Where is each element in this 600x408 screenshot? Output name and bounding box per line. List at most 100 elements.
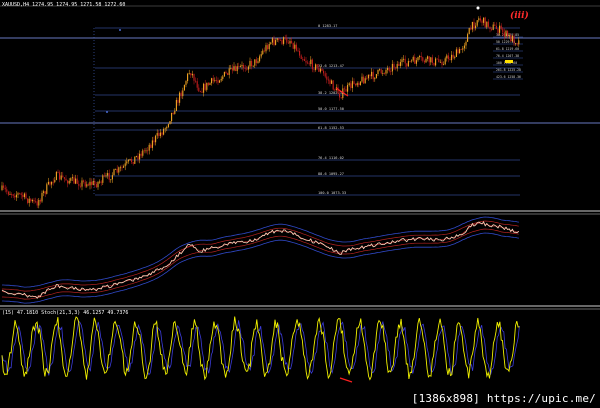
candle-body bbox=[419, 55, 421, 58]
candle-body bbox=[140, 153, 142, 156]
candle-body bbox=[44, 191, 46, 194]
candle-body bbox=[462, 48, 464, 50]
candle-body bbox=[92, 181, 94, 185]
candle-body bbox=[270, 42, 272, 44]
candle-body bbox=[49, 181, 51, 185]
candle-body bbox=[438, 59, 440, 62]
candle-body bbox=[300, 55, 302, 59]
candle-body bbox=[265, 45, 267, 52]
candle-body bbox=[75, 178, 77, 184]
candle-body bbox=[323, 70, 325, 74]
candle-body bbox=[495, 25, 497, 30]
moving-average bbox=[1, 222, 519, 297]
watermark: [1386x898] https://upic.me/ bbox=[411, 392, 596, 405]
candle-body bbox=[414, 56, 416, 64]
candle-body bbox=[195, 80, 197, 82]
candle-body bbox=[395, 67, 397, 69]
candle-body bbox=[307, 62, 309, 64]
candle-body bbox=[166, 127, 168, 129]
candle-body bbox=[263, 50, 265, 52]
candle-body bbox=[316, 64, 318, 68]
candle-body bbox=[4, 187, 6, 190]
candle-body bbox=[177, 99, 179, 103]
candle-body bbox=[220, 78, 222, 81]
fib-anchor-dot bbox=[106, 111, 108, 113]
candle-body bbox=[275, 40, 277, 45]
candle-body bbox=[345, 89, 347, 92]
candle-body bbox=[254, 59, 256, 66]
candle-body bbox=[59, 172, 61, 180]
candle-body bbox=[111, 175, 113, 180]
candle-body bbox=[163, 128, 165, 135]
candle-body bbox=[292, 42, 294, 49]
candle-body bbox=[393, 63, 395, 68]
candle-body bbox=[239, 66, 241, 68]
candle-body bbox=[41, 192, 43, 202]
candle-body bbox=[507, 30, 509, 37]
candle-body bbox=[6, 189, 8, 192]
candle-body bbox=[174, 110, 176, 114]
fib-level-label: 61.8 1152.53 bbox=[318, 126, 344, 130]
candle-body bbox=[332, 80, 334, 90]
candle-body bbox=[369, 74, 371, 77]
candle-body bbox=[407, 61, 409, 67]
candle-body bbox=[70, 178, 72, 181]
candle-body bbox=[84, 181, 86, 187]
candle-body bbox=[167, 124, 169, 128]
candle-body bbox=[196, 81, 198, 88]
candle-body bbox=[422, 57, 424, 61]
candle-body bbox=[243, 64, 245, 69]
candle-body bbox=[201, 91, 203, 93]
candle-body bbox=[137, 156, 139, 160]
candle-body bbox=[487, 21, 489, 27]
chart-window[interactable]: 0 1283.17 23.6 1213.47 38.2 1202.38 50.0 11… bbox=[0, 0, 600, 408]
candle-body bbox=[502, 28, 504, 33]
candle-body bbox=[43, 191, 45, 193]
candle-body bbox=[246, 68, 248, 70]
marker-dot bbox=[476, 6, 480, 10]
candle-body bbox=[385, 69, 387, 74]
candle-body bbox=[227, 73, 229, 75]
price-chart[interactable]: 0 1283.1723.6 1213.4738.2 1202.3850.0 11… bbox=[0, 0, 600, 408]
candle-body bbox=[379, 69, 381, 71]
candle-body bbox=[179, 92, 181, 103]
fib-level-label: 261.8 1225.28 bbox=[496, 68, 521, 72]
candle-body bbox=[511, 36, 513, 42]
candle-body bbox=[340, 97, 342, 99]
candle-body bbox=[289, 41, 291, 44]
candle-body bbox=[209, 83, 211, 85]
candle-body bbox=[183, 84, 185, 91]
candle-body bbox=[259, 56, 261, 62]
oscillator-header: (15) 47.1810 Stoch(21,3,3) 46.1257 49.73… bbox=[2, 310, 129, 316]
candle-body bbox=[406, 63, 408, 67]
candle-body bbox=[339, 93, 341, 98]
candle-body bbox=[225, 71, 227, 74]
candle-body bbox=[199, 91, 201, 93]
candle-body bbox=[503, 32, 505, 37]
candle-body bbox=[484, 17, 486, 28]
candle-body bbox=[444, 58, 446, 65]
candle-body bbox=[449, 59, 451, 61]
candle-body bbox=[459, 49, 461, 54]
candle-body bbox=[465, 41, 467, 46]
candle-body bbox=[52, 181, 54, 183]
candle-body bbox=[241, 64, 243, 67]
candle-body bbox=[233, 66, 235, 71]
candle-body bbox=[204, 83, 206, 90]
candle-body bbox=[73, 177, 75, 184]
candle-body bbox=[206, 82, 208, 90]
fib-level-label: 23.6 1213.47 bbox=[318, 64, 344, 68]
candle-body bbox=[155, 135, 157, 143]
fib-level-label: 76.4 1207.38 bbox=[496, 54, 519, 58]
candle-body bbox=[247, 66, 249, 70]
candle-body bbox=[427, 56, 429, 59]
candle-body bbox=[97, 181, 99, 188]
candle-body bbox=[68, 180, 70, 184]
candle-body bbox=[134, 156, 136, 164]
candle-body bbox=[391, 63, 393, 72]
candle-body bbox=[388, 67, 390, 72]
candle-body bbox=[222, 76, 224, 79]
candle-body bbox=[500, 25, 502, 29]
candle-body bbox=[476, 20, 478, 26]
candle-body bbox=[190, 73, 192, 76]
